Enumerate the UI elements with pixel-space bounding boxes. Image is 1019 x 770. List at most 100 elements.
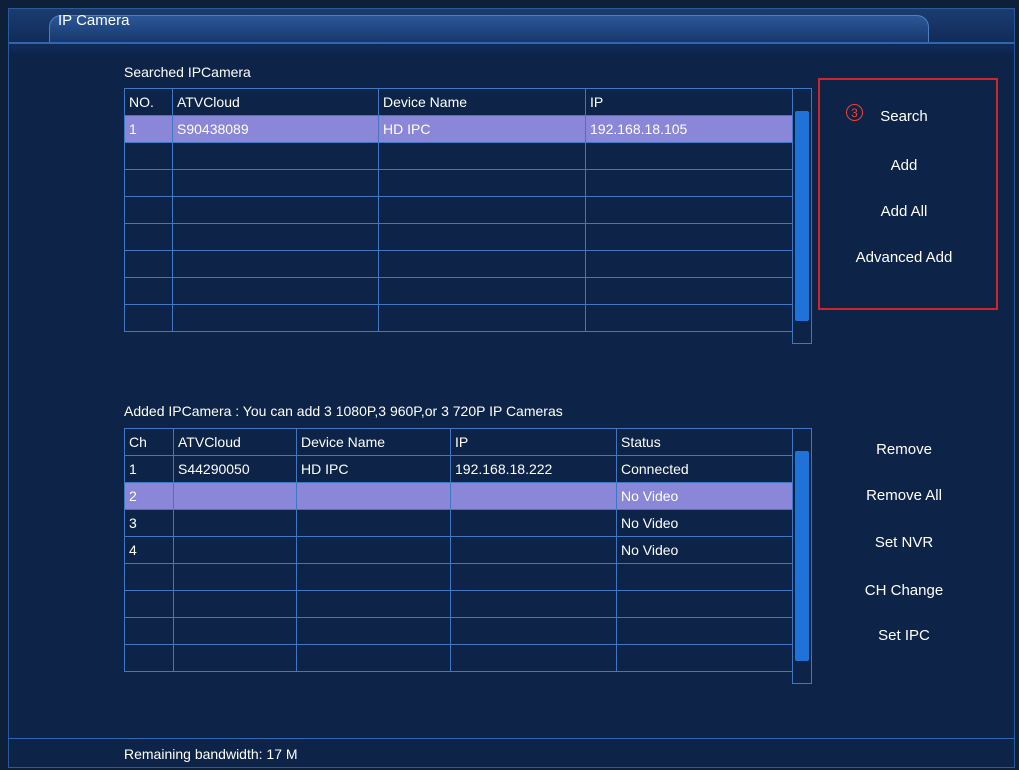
searched-camera-row[interactable]: 1 S90438089 HD IPC 192.168.18.105: [124, 115, 793, 143]
searched-camera-row[interactable]: [124, 142, 793, 170]
table-cell: [124, 277, 173, 305]
table-cell: HD IPC: [378, 115, 586, 143]
searched-scroll-thumb[interactable]: [795, 111, 809, 321]
table-cell: [450, 644, 617, 672]
table-cell: No Video: [616, 509, 793, 537]
table-cell: [124, 142, 173, 170]
table-cell: [296, 482, 451, 510]
table-cell: [172, 223, 379, 251]
searched-camera-row[interactable]: [124, 250, 793, 278]
column-header[interactable]: IP: [450, 428, 617, 456]
added-camera-row[interactable]: 2 No Video: [124, 482, 793, 510]
table-cell: [616, 617, 793, 645]
column-header[interactable]: Device Name: [296, 428, 451, 456]
table-cell: 192.168.18.222: [450, 455, 617, 483]
table-cell: 1: [124, 115, 173, 143]
table-cell: S44290050: [173, 455, 297, 483]
table-cell: [616, 644, 793, 672]
tab-ip-camera[interactable]: [49, 15, 929, 43]
table-cell: [172, 250, 379, 278]
table-cell: [378, 142, 586, 170]
table-cell: [585, 250, 793, 278]
add-button[interactable]: Add: [829, 157, 979, 174]
table-cell: [296, 644, 451, 672]
table-cell: [616, 563, 793, 591]
table-cell: [585, 304, 793, 332]
table-cell: 2: [124, 482, 174, 510]
set-nvr-button[interactable]: Set NVR: [829, 534, 979, 551]
table-cell: [172, 277, 379, 305]
added-camera-row[interactable]: [124, 644, 793, 672]
table-cell: [378, 277, 586, 305]
table-cell: [173, 536, 297, 564]
table-cell: [124, 563, 174, 591]
table-cell: [124, 590, 174, 618]
table-cell: [173, 590, 297, 618]
table-cell: No Video: [616, 482, 793, 510]
table-cell: [173, 509, 297, 537]
table-cell: 3: [124, 509, 174, 537]
column-header[interactable]: ATVCloud: [172, 88, 379, 116]
table-cell: [296, 617, 451, 645]
added-scroll-thumb[interactable]: [795, 451, 809, 661]
remove-button[interactable]: Remove: [829, 441, 979, 458]
table-cell: [124, 169, 173, 197]
search-button[interactable]: Search: [829, 108, 979, 125]
searched-camera-table: NO. ATVCloud Device Name IP 1 S90438089 HD IPC…: [124, 88, 793, 332]
table-cell: [450, 482, 617, 510]
table-cell: [378, 223, 586, 251]
ch-change-button[interactable]: CH Change: [829, 582, 979, 599]
added-scrollbar[interactable]: [792, 428, 812, 684]
remove-all-button[interactable]: Remove All: [829, 487, 979, 504]
table-cell: 192.168.18.105: [585, 115, 793, 143]
add-all-button[interactable]: Add All: [829, 203, 979, 220]
table-cell: 4: [124, 536, 174, 564]
table-cell: 1: [124, 455, 174, 483]
added-camera-header-row: Ch ATVCloud Device Name IP Status: [124, 428, 793, 456]
table-cell: [172, 304, 379, 332]
table-cell: [296, 536, 451, 564]
set-ipc-button[interactable]: Set IPC: [829, 627, 979, 644]
added-camera-row[interactable]: [124, 563, 793, 591]
table-cell: Connected: [616, 455, 793, 483]
column-header[interactable]: NO.: [124, 88, 173, 116]
remaining-bandwidth: Remaining bandwidth: 17 M: [124, 746, 298, 762]
column-header[interactable]: IP: [585, 88, 793, 116]
table-cell: [124, 223, 173, 251]
added-camera-row[interactable]: [124, 590, 793, 618]
table-cell: [296, 590, 451, 618]
table-cell: [296, 509, 451, 537]
table-cell: [585, 142, 793, 170]
column-header[interactable]: Status: [616, 428, 793, 456]
table-cell: [173, 644, 297, 672]
table-cell: [124, 304, 173, 332]
added-camera-row[interactable]: 4 No Video: [124, 536, 793, 564]
added-camera-row[interactable]: 1 S44290050 HD IPC 192.168.18.222 Connected: [124, 455, 793, 483]
table-cell: [378, 250, 586, 278]
added-camera-row[interactable]: 3 No Video: [124, 509, 793, 537]
table-cell: [172, 142, 379, 170]
searched-scrollbar[interactable]: [792, 88, 812, 344]
searched-camera-row[interactable]: [124, 304, 793, 332]
table-cell: [585, 196, 793, 224]
searched-camera-row[interactable]: [124, 223, 793, 251]
table-cell: [585, 169, 793, 197]
searched-camera-row[interactable]: [124, 169, 793, 197]
column-header[interactable]: Device Name: [378, 88, 586, 116]
searched-camera-row[interactable]: [124, 277, 793, 305]
table-cell: [378, 169, 586, 197]
table-cell: S90438089: [172, 115, 379, 143]
advanced-add-button[interactable]: Advanced Add: [829, 249, 979, 266]
searched-camera-header-row: NO. ATVCloud Device Name IP: [124, 88, 793, 116]
added-camera-row[interactable]: [124, 617, 793, 645]
added-camera-table: Ch ATVCloud Device Name IP Status 1 S44290050 H…: [124, 428, 793, 672]
table-cell: [173, 617, 297, 645]
searched-camera-row[interactable]: [124, 196, 793, 224]
table-cell: [296, 563, 451, 591]
column-header[interactable]: Ch: [124, 428, 174, 456]
table-cell: [616, 590, 793, 618]
column-header[interactable]: ATVCloud: [173, 428, 297, 456]
searched-section-title: Searched IPCamera: [124, 64, 251, 80]
table-cell: [378, 196, 586, 224]
table-cell: [124, 250, 173, 278]
